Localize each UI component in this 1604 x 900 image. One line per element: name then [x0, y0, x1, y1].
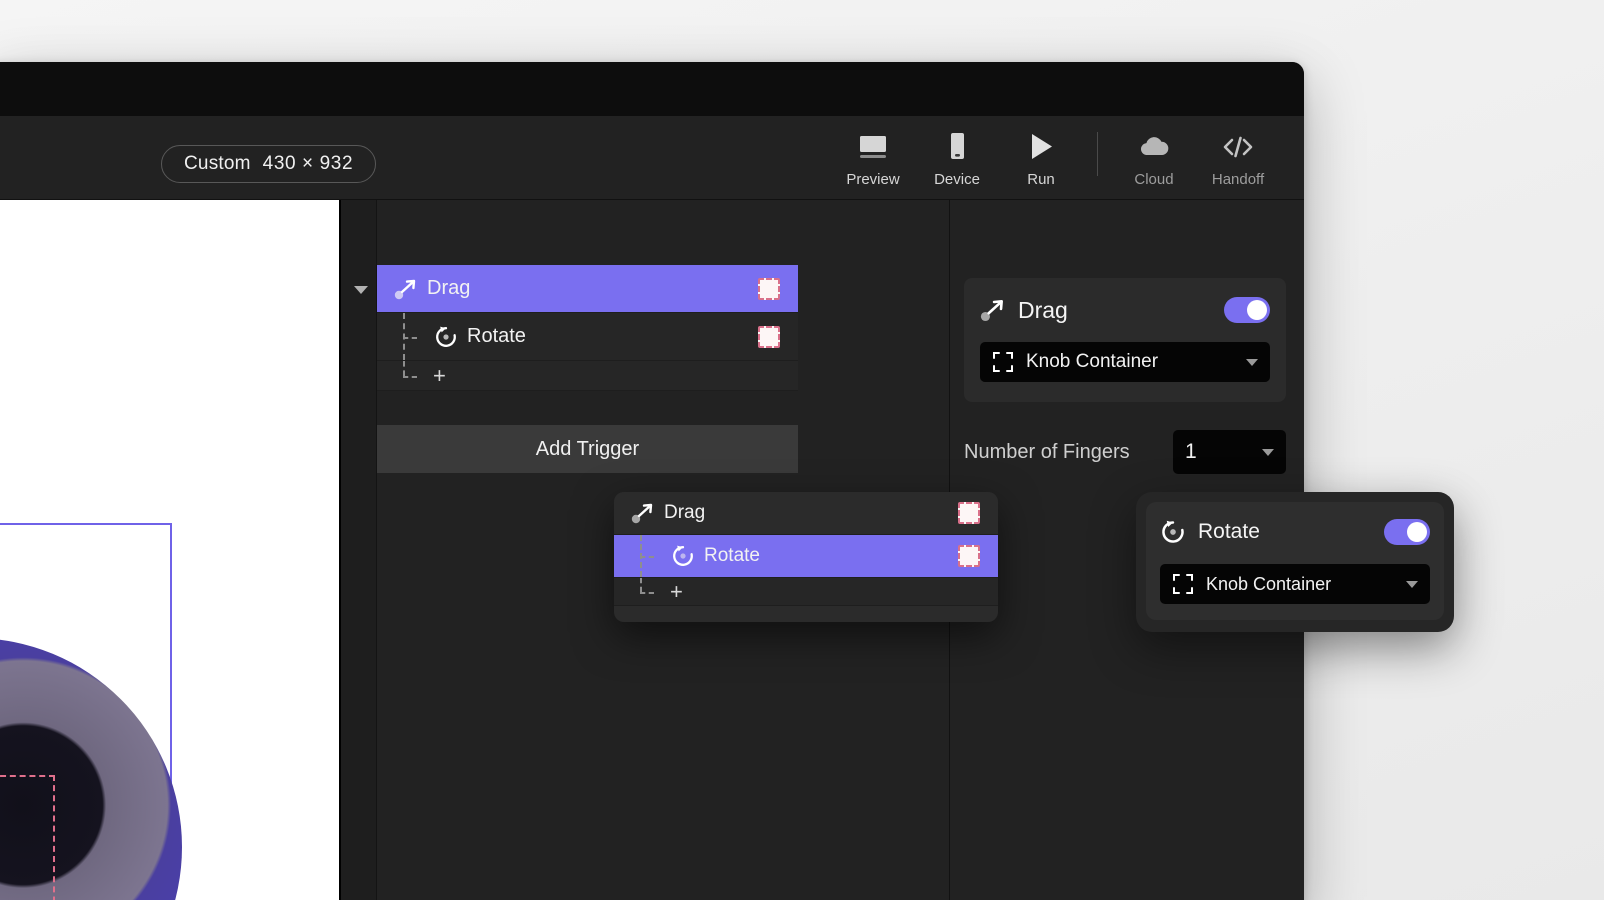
- floating-trigger-add-row[interactable]: +: [614, 578, 998, 606]
- toolbar-divider: [1097, 132, 1098, 176]
- inspector-header: Drag: [980, 294, 1270, 326]
- number-of-fingers-row: Number of Fingers 1: [964, 430, 1286, 474]
- frame-icon: [1172, 573, 1194, 595]
- drag-inspector-card: Drag Knob Container: [964, 278, 1286, 402]
- handoff-label: Handoff: [1211, 171, 1265, 188]
- inspector-title: Rotate: [1198, 520, 1260, 543]
- play-icon: [1027, 130, 1055, 164]
- preview-label: Preview: [846, 171, 900, 188]
- rotate-enable-toggle[interactable]: [1384, 519, 1430, 545]
- number-of-fingers-dropdown[interactable]: 1: [1173, 430, 1286, 474]
- trigger-label: Rotate: [467, 325, 526, 347]
- code-brackets-icon: [1221, 130, 1255, 164]
- trigger-label: Rotate: [704, 545, 760, 566]
- floating-trigger-list: Drag Rotate +: [614, 492, 998, 622]
- device-size-label: Custom: [184, 153, 251, 174]
- number-of-fingers-value: 1: [1185, 440, 1197, 463]
- trigger-label: Drag: [427, 277, 471, 299]
- trigger-swatch[interactable]: [958, 545, 980, 567]
- handoff-button[interactable]: Handoff: [1196, 130, 1280, 188]
- trigger-list: Drag Rotate +: [377, 265, 798, 391]
- rotate-inspector-card: Rotate Knob Container: [1146, 502, 1444, 620]
- drag-arrow-icon: [980, 298, 1006, 322]
- drag-target-label: Knob Container: [1026, 351, 1159, 372]
- device-button[interactable]: Device: [915, 130, 999, 188]
- rotate-icon: [1160, 519, 1186, 545]
- trigger-row-drag[interactable]: Drag: [377, 265, 798, 313]
- app-window: Custom 430 × 932 Preview Device Run Clou…: [0, 62, 1304, 900]
- chevron-down-icon: [1246, 358, 1258, 366]
- run-button[interactable]: Run: [999, 130, 1083, 188]
- design-canvas[interactable]: [0, 200, 347, 900]
- tree-line-horizontal: [640, 556, 654, 558]
- tree-line-horizontal: [403, 336, 417, 339]
- window-titlebar[interactable]: [0, 62, 1304, 116]
- chevron-down-icon: [1406, 580, 1418, 588]
- monitor-icon: [857, 130, 889, 164]
- chevron-down-icon[interactable]: [354, 286, 368, 294]
- rotate-target-label: Knob Container: [1206, 573, 1332, 594]
- device-size-dimensions: 430 × 932: [262, 153, 354, 174]
- tree-line-horizontal: [640, 591, 654, 594]
- selection-rectangle: [0, 775, 55, 900]
- cloud-button[interactable]: Cloud: [1112, 130, 1196, 188]
- screen-root: Custom 430 × 932 Preview Device Run Clou…: [0, 0, 1604, 900]
- floating-trigger-row-drag[interactable]: Drag: [614, 492, 998, 535]
- trigger-row-rotate[interactable]: Rotate: [377, 313, 798, 361]
- add-trigger-plus-icon[interactable]: +: [670, 580, 683, 603]
- preview-button[interactable]: Preview: [831, 130, 915, 188]
- drag-arrow-icon: [630, 502, 656, 524]
- tree-line-vertical: [640, 578, 642, 593]
- run-label: Run: [1027, 171, 1055, 188]
- rotate-icon: [433, 325, 459, 349]
- floating-rotate-inspector: Rotate Knob Container: [1136, 492, 1454, 632]
- rotate-icon: [670, 544, 696, 568]
- add-trigger-button[interactable]: Add Trigger: [377, 425, 798, 473]
- tree-line-vertical: [403, 361, 405, 377]
- drag-target-dropdown[interactable]: Knob Container: [980, 342, 1270, 382]
- trigger-swatch[interactable]: [758, 325, 780, 348]
- add-trigger-plus-icon[interactable]: +: [433, 364, 446, 387]
- rotate-target-dropdown[interactable]: Knob Container: [1160, 564, 1430, 604]
- trigger-swatch[interactable]: [958, 502, 980, 524]
- inspector-header: Rotate: [1160, 516, 1430, 548]
- trigger-swatch[interactable]: [758, 277, 780, 300]
- cloud-label: Cloud: [1134, 171, 1174, 188]
- trigger-label: Drag: [664, 502, 706, 523]
- drag-enable-toggle[interactable]: [1224, 297, 1270, 323]
- inspector-title: Drag: [1018, 296, 1068, 323]
- trigger-add-row[interactable]: +: [377, 361, 798, 391]
- add-trigger-label: Add Trigger: [535, 437, 640, 460]
- frame-icon: [992, 351, 1014, 373]
- toolbar-actions: Preview Device Run Cloud Handoff: [831, 130, 1280, 188]
- phone-icon: [945, 130, 969, 164]
- device-size-pill[interactable]: Custom 430 × 932: [161, 145, 377, 183]
- device-label: Device: [934, 171, 980, 188]
- drag-arrow-icon: [393, 278, 419, 300]
- chevron-down-icon: [1262, 448, 1274, 456]
- floating-trigger-row-rotate[interactable]: Rotate: [614, 535, 998, 578]
- number-of-fingers-label: Number of Fingers: [964, 440, 1130, 463]
- toolbar: Custom 430 × 932 Preview Device Run Clou…: [0, 116, 1304, 200]
- tree-line-horizontal: [403, 375, 417, 378]
- trigger-gutter: [341, 200, 377, 900]
- cloud-icon: [1137, 130, 1171, 164]
